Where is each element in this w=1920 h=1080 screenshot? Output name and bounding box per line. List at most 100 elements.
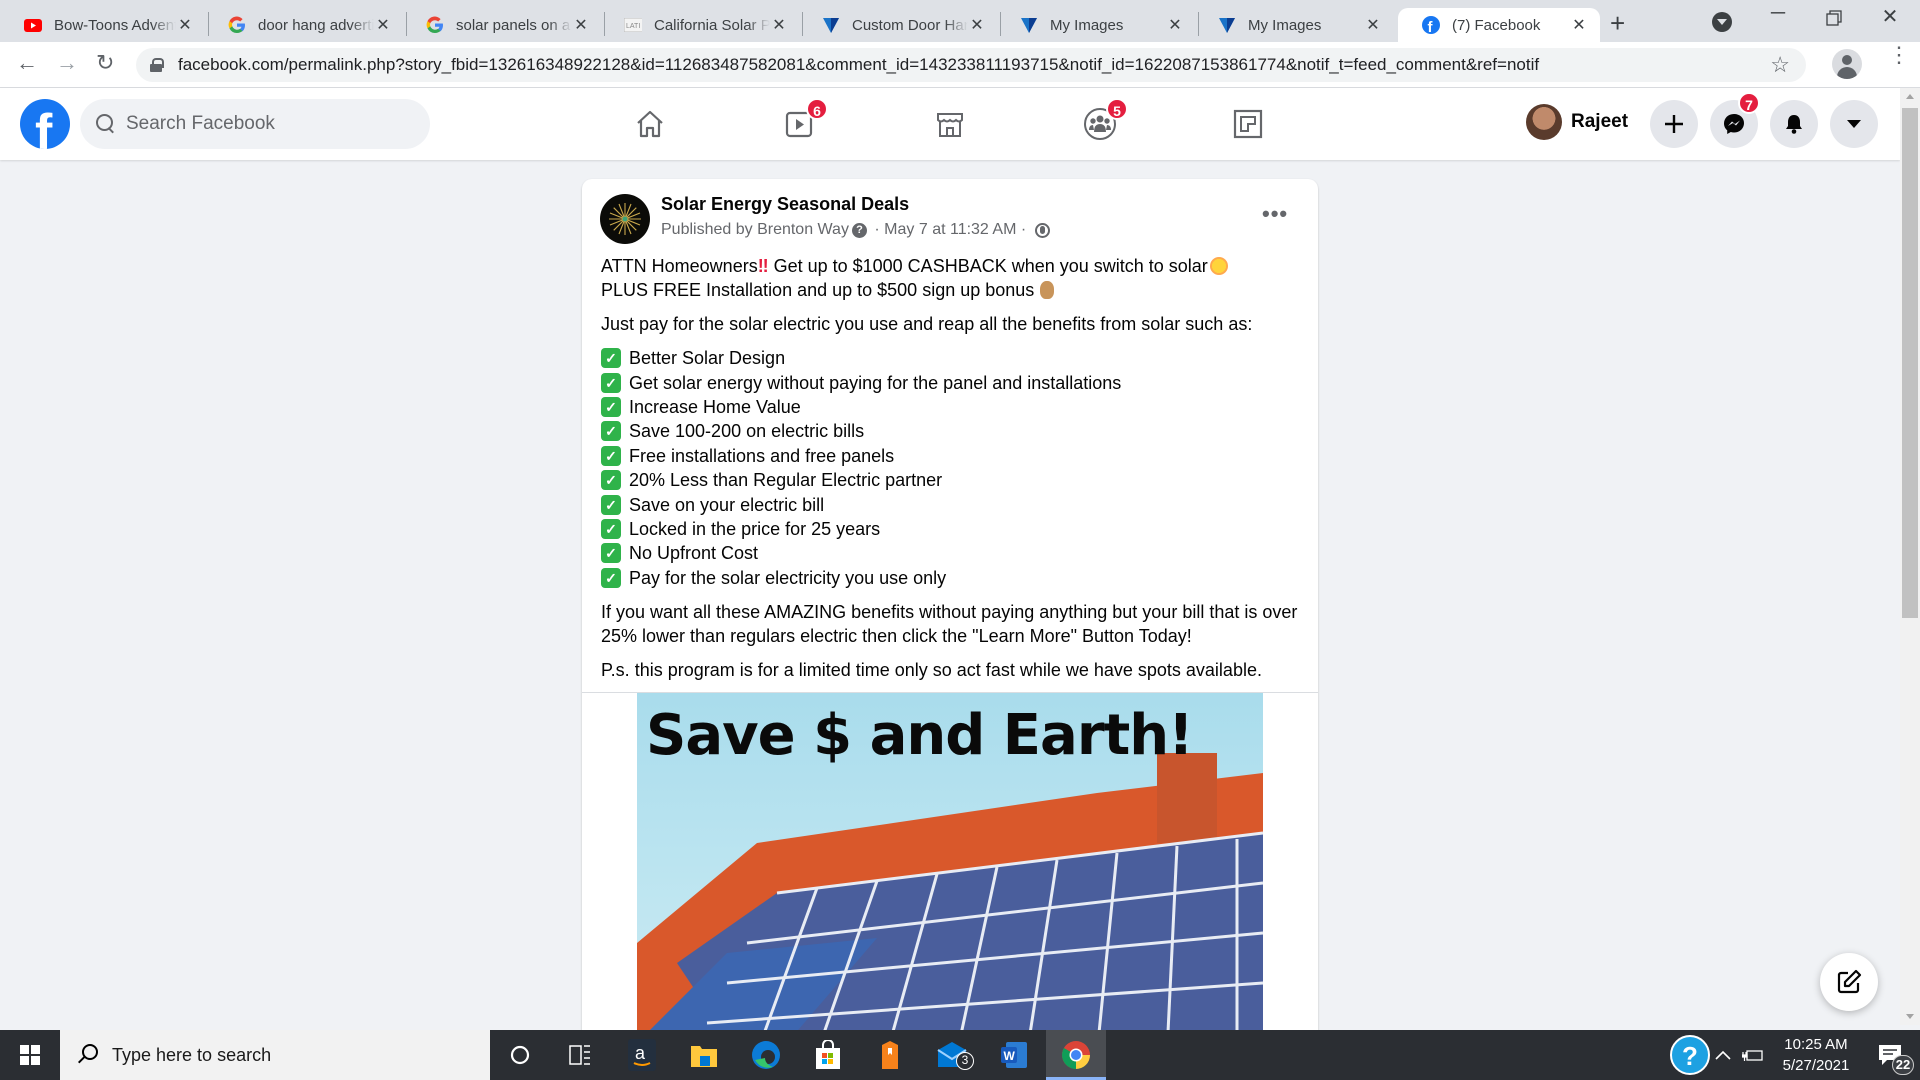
new-message-button[interactable] bbox=[1820, 953, 1878, 1011]
back-button[interactable]: ← bbox=[16, 50, 38, 76]
taskbar-store[interactable] bbox=[798, 1030, 858, 1080]
search-icon bbox=[96, 114, 116, 134]
close-tab-icon[interactable]: ✕ bbox=[374, 15, 392, 35]
nav-home[interactable] bbox=[628, 102, 672, 146]
tab-california-solar[interactable]: LATI California Solar Panels ✕ bbox=[600, 8, 800, 42]
list-item: ✓ Get solar energy without paying for the… bbox=[601, 370, 1301, 394]
post-date[interactable]: · May 7 at 11:32 AM · bbox=[870, 221, 1031, 239]
check-mark-icon: ✓ bbox=[601, 445, 621, 466]
taskbar-search[interactable]: Type here to search bbox=[60, 1030, 490, 1080]
show-hidden-icons-button[interactable] bbox=[1708, 1030, 1738, 1080]
marketplace-icon bbox=[937, 113, 963, 137]
close-tab-icon[interactable]: ✕ bbox=[1570, 15, 1588, 35]
forward-button[interactable]: → bbox=[56, 50, 78, 76]
check-mark-icon: ✓ bbox=[601, 470, 621, 491]
taskbar-chrome[interactable] bbox=[1046, 1030, 1106, 1080]
page-name[interactable]: Solar Energy Seasonal Deals bbox=[661, 194, 909, 215]
taskbar-edge[interactable] bbox=[736, 1030, 796, 1080]
taskbar-mail[interactable]: 3 bbox=[922, 1030, 982, 1080]
page-avatar[interactable] bbox=[600, 194, 650, 244]
tab-search-icon[interactable] bbox=[1712, 12, 1732, 32]
help-icon[interactable]: ? bbox=[851, 222, 867, 238]
profile-link[interactable]: Rajeet bbox=[1526, 104, 1628, 140]
list-item: ✓ Increase Home Value bbox=[601, 395, 1301, 419]
close-window-button[interactable]: ✕ bbox=[1870, 4, 1910, 29]
new-tab-button[interactable]: + bbox=[1610, 8, 1625, 39]
page-scrollbar[interactable] bbox=[1900, 88, 1920, 1025]
cortana-icon bbox=[510, 1045, 530, 1065]
clock[interactable]: 10:25 AM 5/27/2021 bbox=[1778, 1034, 1854, 1076]
taskbar-amazon[interactable]: a bbox=[612, 1030, 672, 1080]
check-mark-icon: ✓ bbox=[601, 348, 621, 369]
list-item: ✓ Pay for the solar electricity you use o… bbox=[601, 566, 1301, 590]
user-name: Rajeet bbox=[1571, 111, 1629, 132]
bookmark-star-icon[interactable]: ☆ bbox=[1770, 52, 1790, 78]
svg-text:?: ? bbox=[1682, 1041, 1698, 1071]
chrome-icon bbox=[1062, 1041, 1090, 1069]
nav-watch[interactable]: 6 bbox=[778, 98, 828, 146]
reload-button[interactable]: ↻ bbox=[96, 50, 114, 76]
tab-my-images-2[interactable]: My Images ✕ bbox=[1194, 8, 1394, 42]
create-button[interactable] bbox=[1650, 100, 1698, 148]
restore-button[interactable] bbox=[1814, 4, 1854, 32]
start-button[interactable] bbox=[0, 1030, 60, 1080]
watch-badge: 6 bbox=[806, 98, 828, 120]
battery-button[interactable] bbox=[1738, 1030, 1768, 1080]
tab-bow-toons[interactable]: Bow-Toons Adventures ✕ bbox=[0, 8, 206, 42]
scroll-thumb[interactable] bbox=[1902, 108, 1918, 618]
battery-icon bbox=[1742, 1050, 1763, 1061]
taskbar-bookmark-app[interactable] bbox=[860, 1030, 920, 1080]
ad-image[interactable]: Save $ and Earth! bbox=[637, 693, 1263, 1039]
tab-solar-panels[interactable]: solar panels on a house ✕ bbox=[402, 8, 602, 42]
tab-my-images-1[interactable]: My Images ✕ bbox=[996, 8, 1196, 42]
nav-groups[interactable]: 5 bbox=[1078, 98, 1128, 146]
messenger-button[interactable]: 7 bbox=[1710, 92, 1760, 148]
taskbar-word[interactable]: W bbox=[984, 1030, 1044, 1080]
close-tab-icon[interactable]: ✕ bbox=[770, 15, 788, 35]
chrome-menu-icon[interactable]: ⋮ bbox=[1888, 44, 1910, 66]
scroll-up-arrow[interactable] bbox=[1906, 94, 1914, 99]
word-icon: W bbox=[1001, 1042, 1027, 1068]
minimize-button[interactable]: ─ bbox=[1758, 2, 1798, 25]
nav-gaming[interactable] bbox=[1226, 102, 1270, 146]
tab-facebook[interactable]: f (7) Facebook ✕ bbox=[1398, 8, 1600, 42]
tab-custom-door[interactable]: Custom Door Hangers ✕ bbox=[798, 8, 998, 42]
sun-emoji-icon bbox=[1209, 257, 1228, 275]
question-icon: ? bbox=[1670, 1035, 1710, 1075]
action-center-button[interactable]: 22 bbox=[1860, 1030, 1920, 1080]
notifications-button[interactable] bbox=[1770, 100, 1818, 148]
close-tab-icon[interactable]: ✕ bbox=[1166, 15, 1184, 35]
nav-marketplace[interactable] bbox=[928, 102, 972, 146]
messenger-badge: 7 bbox=[1738, 92, 1760, 114]
task-view-button[interactable] bbox=[550, 1030, 610, 1080]
check-mark-icon: ✓ bbox=[601, 543, 621, 564]
close-tab-icon[interactable]: ✕ bbox=[968, 15, 986, 35]
account-menu-button[interactable] bbox=[1830, 100, 1878, 148]
address-bar[interactable]: facebook.com/permalink.php?story_fbid=13… bbox=[136, 48, 1806, 82]
folder-icon bbox=[691, 1046, 717, 1067]
list-item: ✓ 20% Less than Regular Electric partner bbox=[601, 468, 1301, 492]
close-tab-icon[interactable]: ✕ bbox=[572, 15, 590, 35]
more-options-button[interactable]: ••• bbox=[1262, 201, 1288, 227]
taskbar-file-explorer[interactable] bbox=[674, 1030, 734, 1080]
post-intro: ATTN Homeowners‼ Get up to $1000 CASHBAC… bbox=[601, 254, 1301, 302]
post-body: ATTN Homeowners‼ Get up to $1000 CASHBAC… bbox=[601, 254, 1301, 692]
facebook-logo[interactable]: f bbox=[20, 99, 70, 149]
clock-date: 5/27/2021 bbox=[1782, 1057, 1850, 1074]
profile-icon[interactable] bbox=[1832, 49, 1862, 79]
search-input[interactable] bbox=[126, 113, 406, 135]
cortana-button[interactable] bbox=[490, 1030, 550, 1080]
tab-door-hang[interactable]: door hang advertising ✕ bbox=[204, 8, 404, 42]
scroll-down-arrow[interactable] bbox=[1906, 1014, 1914, 1019]
groups-badge: 5 bbox=[1106, 98, 1128, 120]
facebook-search[interactable] bbox=[80, 99, 430, 149]
url-text[interactable]: facebook.com/permalink.php?story_fbid=13… bbox=[178, 55, 1539, 75]
vistaprint-icon bbox=[1020, 16, 1038, 34]
plus-icon bbox=[1665, 115, 1683, 133]
close-tab-icon[interactable]: ✕ bbox=[1364, 15, 1382, 35]
ad-headline: Save $ and Earth! bbox=[646, 703, 1194, 768]
close-tab-icon[interactable]: ✕ bbox=[176, 15, 194, 35]
lock-icon[interactable] bbox=[150, 58, 164, 72]
published-by[interactable]: Published by Brenton Way bbox=[661, 221, 849, 239]
windows-taskbar: Type here to search a 3 W ? 10:25 AM 5/2… bbox=[0, 1030, 1920, 1080]
